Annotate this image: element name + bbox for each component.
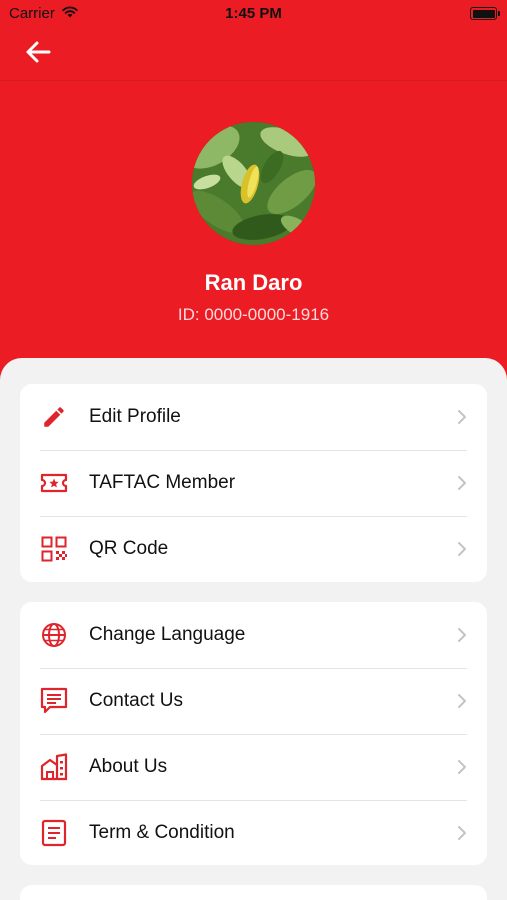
menu-item-about-us[interactable]: About Us	[20, 734, 487, 800]
account-menu-card: Edit Profile TAFTAC Member QR Code	[20, 384, 487, 582]
profile-header: Carrier 1:45 PM Ran Daro ID: 0000-0000-1…	[0, 0, 507, 400]
profile-screen: Carrier 1:45 PM Ran Daro ID: 0000-0000-1…	[0, 0, 507, 900]
status-bar: Carrier 1:45 PM	[0, 0, 507, 28]
chevron-right-icon	[457, 627, 467, 643]
member-ticket-icon	[40, 469, 68, 497]
chevron-right-icon	[457, 409, 467, 425]
document-icon	[40, 819, 68, 847]
chevron-right-icon	[457, 541, 467, 557]
chevron-right-icon	[457, 693, 467, 709]
back-button[interactable]	[20, 36, 56, 68]
menu-item-label: Change Language	[89, 624, 246, 645]
pencil-icon	[40, 403, 68, 431]
avatar[interactable]	[192, 122, 315, 245]
qr-code-icon	[40, 535, 68, 563]
menu-item-edit-profile[interactable]: Edit Profile	[20, 384, 487, 450]
menu-item-qr-code[interactable]: QR Code	[20, 516, 487, 582]
menu-item-taftac-member[interactable]: TAFTAC Member	[20, 450, 487, 516]
battery-icon	[470, 7, 500, 20]
menu-item-label: Term & Condition	[89, 822, 235, 843]
arrow-left-icon	[26, 41, 51, 63]
menu-item-label: Contact Us	[89, 690, 183, 711]
chevron-right-icon	[457, 825, 467, 841]
menu-item-label: QR Code	[89, 538, 169, 559]
status-time: 1:45 PM	[225, 5, 282, 22]
profile-id: ID: 0000-0000-1916	[177, 305, 330, 324]
profile-name: Ran Daro	[204, 270, 303, 295]
more-menu-card	[20, 885, 487, 900]
info-menu-card: Change Language Contact Us About Us Term…	[20, 602, 487, 865]
menu-item-label: Edit Profile	[89, 406, 181, 427]
menu-item-contact-us[interactable]: Contact Us	[20, 668, 487, 734]
menu-item-label: TAFTAC Member	[89, 472, 236, 493]
menu-item-term-condition[interactable]: Term & Condition	[20, 800, 487, 866]
chevron-right-icon	[457, 475, 467, 491]
globe-icon	[40, 621, 68, 649]
menu-item-change-language[interactable]: Change Language	[20, 602, 487, 668]
chat-icon	[40, 687, 68, 715]
nav-divider	[0, 80, 507, 81]
building-icon	[40, 753, 68, 781]
chevron-right-icon	[457, 759, 467, 775]
menu-item-label: About Us	[89, 756, 168, 777]
